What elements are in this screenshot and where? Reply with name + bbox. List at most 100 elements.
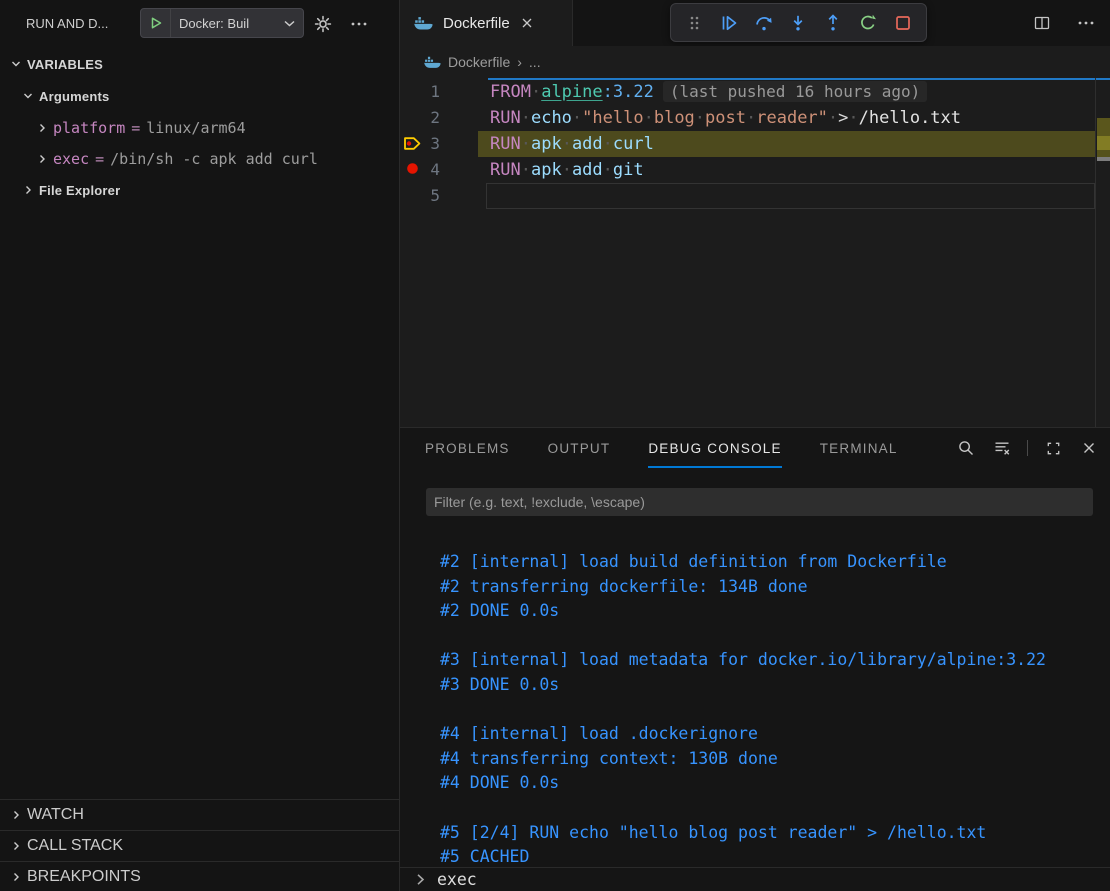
line-number[interactable]: 3 — [406, 131, 440, 157]
more-icon — [1078, 21, 1094, 25]
console-line: #2 transferring dockerfile: 134B done — [440, 575, 1100, 600]
chevron-right-icon — [20, 184, 36, 196]
section-watch[interactable]: WATCH — [0, 799, 399, 830]
tab-dockerfile[interactable]: Dockerfile — [400, 0, 573, 46]
stop-button[interactable] — [890, 10, 916, 36]
code-token: reader" — [756, 108, 828, 128]
code-token: post — [705, 108, 746, 128]
code-token: apk — [531, 134, 562, 154]
group-file-explorer[interactable]: File Explorer — [0, 176, 399, 204]
repl-text: exec — [437, 870, 477, 889]
filter-search-button[interactable] — [955, 437, 977, 459]
maximize-panel-button[interactable] — [1042, 437, 1064, 459]
code-token: "hello — [582, 108, 643, 128]
code-token: · — [695, 108, 705, 128]
ruler-mark — [1097, 136, 1110, 150]
code-token: echo — [531, 108, 572, 128]
start-debugging-button[interactable] — [141, 9, 171, 37]
code-token: · — [562, 134, 572, 154]
code-row-2: 2 RUN·echo·"hello·blog·post·reader"·>·/h… — [400, 105, 1110, 131]
bottom-panel: PROBLEMS OUTPUT DEBUG CONSOLE TERMINAL — [400, 427, 1110, 891]
tab-output[interactable]: OUTPUT — [548, 428, 611, 468]
close-panel-button[interactable] — [1078, 437, 1100, 459]
tab-terminal[interactable]: TERMINAL — [820, 428, 898, 468]
breadcrumb-separator: › — [517, 54, 522, 70]
overview-ruler[interactable] — [1095, 78, 1110, 427]
clear-console-icon — [993, 439, 1011, 457]
breadcrumb-item-file[interactable]: Dockerfile — [448, 54, 510, 70]
group-label: File Explorer — [39, 183, 120, 198]
continue-button[interactable] — [716, 10, 742, 36]
docker-whale-icon — [424, 56, 441, 69]
chevron-down-icon — [8, 58, 24, 70]
variable-exec[interactable]: exec = /bin/sh -c apk add curl — [0, 145, 399, 173]
line-number[interactable]: 5 — [406, 183, 440, 209]
step-into-icon — [788, 13, 808, 33]
console-line: #4 transferring context: 130B done — [440, 747, 1100, 772]
code-token: blog — [654, 108, 695, 128]
breadcrumb-item-more[interactable]: ... — [529, 54, 541, 70]
section-breakpoints[interactable]: BREAKPOINTS — [0, 861, 399, 891]
step-over-icon — [754, 13, 774, 33]
section-label: WATCH — [27, 806, 84, 824]
restart-button[interactable] — [855, 10, 881, 36]
code-editor[interactable]: 1 FROM·alpine:3.22(last pushed 16 hours … — [400, 78, 1110, 427]
console-filter-input[interactable] — [426, 488, 1093, 516]
code-token: > — [838, 108, 848, 128]
variable-platform[interactable]: platform = linux/arm64 — [0, 114, 399, 142]
tab-debug-console[interactable]: DEBUG CONSOLE — [648, 428, 781, 468]
cursor-line-border — [486, 183, 1095, 209]
ruler-mark — [1097, 157, 1110, 161]
code-token: · — [603, 160, 613, 180]
debug-repl-input[interactable]: exec — [400, 867, 1110, 891]
chevron-down-icon — [20, 90, 36, 102]
chevron-down-icon — [282, 19, 303, 28]
console-line — [440, 698, 1100, 723]
step-into-button[interactable] — [785, 10, 811, 36]
breadcrumb[interactable]: Dockerfile › ... — [400, 46, 1110, 78]
code-token: · — [521, 160, 531, 180]
line-number[interactable]: 2 — [406, 105, 440, 131]
chevron-right-icon — [8, 871, 24, 883]
line-number[interactable]: 1 — [406, 79, 440, 105]
code-token: · — [644, 108, 654, 128]
debug-config-dropdown[interactable]: Docker: Buil — [140, 8, 304, 38]
tab-close-button[interactable] — [520, 16, 534, 30]
editor-tab-bar: Dockerfile — [400, 0, 1110, 46]
clear-console-button[interactable] — [991, 437, 1013, 459]
more-icon — [351, 22, 367, 26]
step-over-button[interactable] — [751, 10, 777, 36]
variable-name: exec — [53, 150, 89, 168]
code-token: · — [746, 108, 756, 128]
code-line: RUN·apk·add·git — [490, 157, 644, 183]
code-line: RUN·apk·add·curl — [490, 131, 654, 157]
views-more-actions-button[interactable] — [348, 13, 370, 35]
section-variables[interactable]: VARIABLES — [0, 50, 399, 78]
chevron-right-icon — [8, 840, 24, 852]
panel-tab-bar: PROBLEMS OUTPUT DEBUG CONSOLE TERMINAL — [425, 428, 898, 468]
console-line: #3 DONE 0.0s — [440, 673, 1100, 698]
code-token: RUN — [490, 160, 521, 180]
code-line: RUN·echo·"hello·blog·post·reader"·>·/hel… — [490, 105, 961, 131]
panel-actions — [955, 428, 1100, 468]
code-token: · — [521, 108, 531, 128]
code-token: · — [603, 134, 613, 154]
toolbar-drag-handle[interactable] — [681, 10, 707, 36]
editor-more-actions-button[interactable] — [1074, 11, 1098, 35]
split-editor-button[interactable] — [1030, 11, 1054, 35]
console-line: #2 [internal] load build definition from… — [440, 550, 1100, 575]
search-icon — [957, 439, 975, 457]
tab-problems[interactable]: PROBLEMS — [425, 428, 510, 468]
debug-console-output[interactable]: #2 [internal] load build definition from… — [440, 550, 1100, 870]
debug-settings-button[interactable] — [312, 13, 334, 35]
group-arguments[interactable]: Arguments — [0, 82, 399, 110]
code-token: /hello.txt — [859, 108, 961, 128]
run-and-debug-sidebar: RUN AND D... Docker: Buil — [0, 0, 400, 891]
variable-value: /bin/sh -c apk add curl — [110, 150, 318, 168]
section-call-stack[interactable]: CALL STACK — [0, 830, 399, 861]
step-out-button[interactable] — [820, 10, 846, 36]
chevron-right-icon — [34, 122, 50, 134]
line-number[interactable]: 4 — [406, 157, 440, 183]
debug-toolbar — [670, 3, 927, 42]
step-out-icon — [823, 13, 843, 33]
